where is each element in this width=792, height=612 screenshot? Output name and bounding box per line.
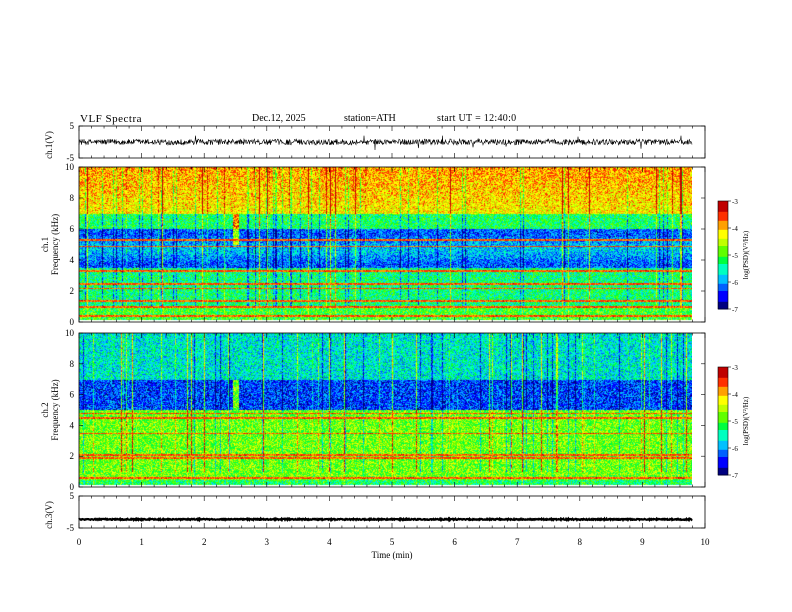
xaxis-tick-label: 7 — [515, 537, 520, 547]
ch1-colorbar-tick-label: -3 — [732, 198, 738, 206]
ch3-waveform-ytick-label: -5 — [67, 523, 75, 533]
xaxis-tick-label: 8 — [578, 537, 583, 547]
axes-layer: 5-5ch.1(V)0246810ch.1Frequency (kHz)-3-4… — [40, 121, 750, 560]
ch2-colorbar-tick-label: -6 — [732, 445, 738, 453]
ch2-spectrogram-ytick-label: 2 — [70, 451, 75, 461]
ch1-spectrogram-ytick-label: 4 — [70, 255, 75, 265]
ch1-spectrogram-ytick-label: 10 — [65, 162, 75, 172]
ch2-spectrogram-ytick-label: 4 — [70, 420, 75, 430]
ch2-spectrogram-ytick-label: 8 — [70, 359, 75, 369]
ch1-spectrogram-ytick-label: 0 — [70, 317, 75, 327]
ch3-waveform-trace — [78, 516, 693, 523]
ch1-colorbar-tick-label: -6 — [732, 279, 738, 287]
xaxis-tick-label: 6 — [452, 537, 457, 547]
xaxis-tick-label: 5 — [390, 537, 395, 547]
ch1-spectrogram-ytick-label: 2 — [70, 286, 75, 296]
ch1-colorbar-tick-label: -7 — [732, 306, 738, 314]
vlf-figure: 5-5ch.1(V)0246810ch.1Frequency (kHz)-3-4… — [40, 121, 750, 560]
ch1-waveform-ylabel: ch.1(V) — [44, 131, 54, 159]
xaxis-tick-label: 0 — [77, 537, 82, 547]
xaxis-tick-label: 1 — [139, 537, 144, 547]
ch2-spectrogram-ytick-label: 10 — [65, 328, 75, 338]
xaxis-tick-label: 9 — [640, 537, 645, 547]
ch2-colorbar-tick-label: -3 — [732, 364, 738, 372]
ch2-colorbar-tick-label: -7 — [732, 472, 738, 480]
ch1-colorbar-label: log(PSD)(V²/Hz) — [742, 230, 750, 279]
ch1-waveform-trace — [78, 135, 693, 151]
xaxis-tick-label: 10 — [701, 537, 711, 547]
ch2-spectrogram-image — [79, 333, 692, 487]
xaxis-tick-label: 3 — [265, 537, 270, 547]
ch2-spectrogram-ylabel: ch.2Frequency (kHz) — [40, 379, 60, 440]
ch1-spectrogram-image — [79, 167, 692, 322]
ch2-colorbar-label: log(PSD)(V²/Hz) — [742, 396, 750, 445]
ch1-colorbar-tick-label: -5 — [732, 252, 738, 260]
ch1-spectrogram-ylabel: ch.1Frequency (kHz) — [40, 214, 60, 275]
xaxis-tick-label: 4 — [327, 537, 332, 547]
ch1-spectrogram-ytick-label: 8 — [70, 193, 75, 203]
ch1-colorbar-tick-label: -4 — [732, 225, 738, 233]
ch2-colorbar-tick-label: -5 — [732, 418, 738, 426]
xaxis-label: Time (min) — [372, 550, 413, 560]
ch2-spectrogram-ytick-label: 6 — [70, 390, 75, 400]
ch2-colorbar-tick-label: -4 — [732, 391, 738, 399]
xaxis-tick-label: 2 — [202, 537, 207, 547]
ch1-spectrogram-ytick-label: 6 — [70, 224, 75, 234]
ch3-waveform-ytick-label: 5 — [70, 491, 75, 501]
ch1-waveform-ytick-label: 5 — [70, 121, 75, 131]
ch3-waveform-ylabel: ch.3(V) — [44, 501, 54, 529]
